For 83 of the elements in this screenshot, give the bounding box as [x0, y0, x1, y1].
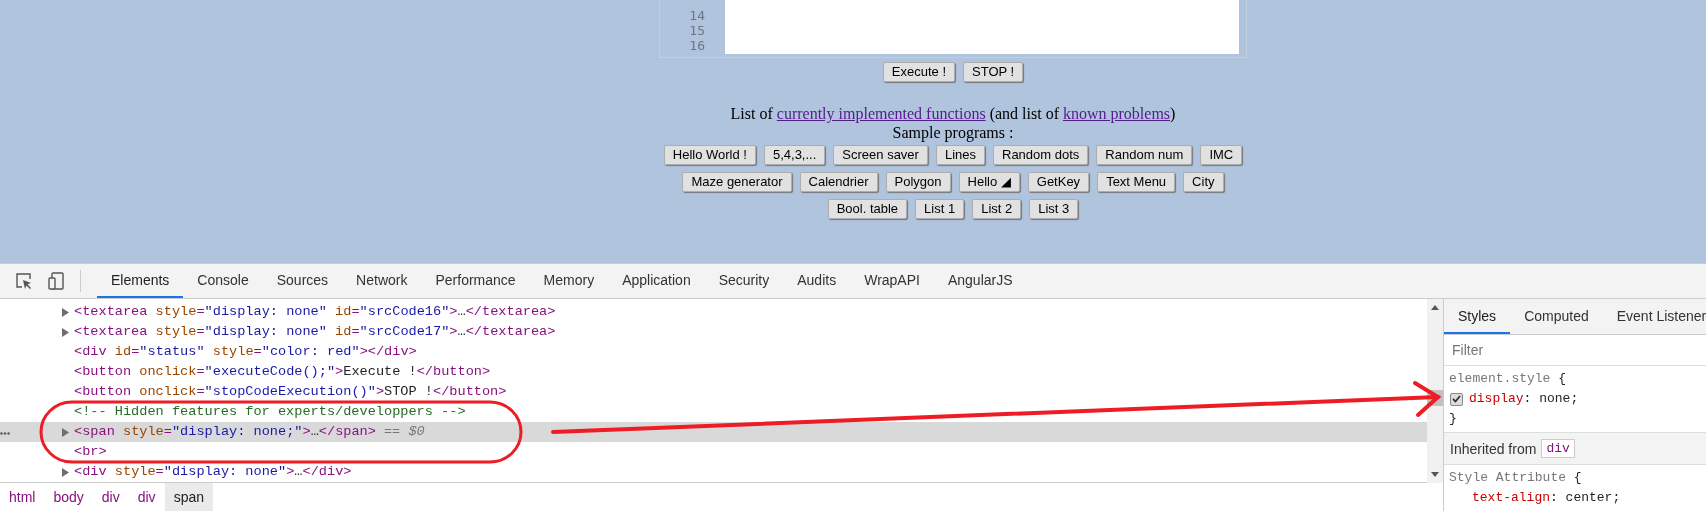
- sample-program-button[interactable]: Hello ◢: [958, 172, 1020, 192]
- panel-tab[interactable]: Console: [183, 264, 263, 298]
- sample-program-button[interactable]: 5,4,3,...: [763, 145, 826, 165]
- sample-program-button[interactable]: Random num: [1096, 145, 1193, 165]
- sidebar-tab[interactable]: Event Listener: [1602, 299, 1706, 334]
- breadcrumb-item[interactable]: div: [92, 483, 129, 511]
- dom-node-row[interactable]: <div id="status" style="color: red"></div>: [0, 342, 1427, 362]
- panel-tab[interactable]: AngularJS: [933, 264, 1027, 298]
- dom-node-row[interactable]: <button onclick="stopCodeExecution()">STOP !</button>: [0, 382, 1427, 402]
- html-comment: <!-- Hidden features for experts/developpers -->: [74, 403, 466, 421]
- sample-program-button[interactable]: City: [1183, 172, 1224, 192]
- rule-selector: Style Attribute {: [1448, 469, 1583, 487]
- sample-program-button[interactable]: List 2: [972, 199, 1022, 219]
- breadcrumb-item[interactable]: div: [128, 483, 165, 511]
- panel-tab[interactable]: Sources: [262, 264, 343, 298]
- dom-node-row[interactable]: <textarea style="display: none" id="srcCode16">…</textarea>: [0, 302, 1427, 322]
- expand-triangle-icon[interactable]: [62, 427, 69, 437]
- rule-selector: element.style {: [1448, 370, 1568, 388]
- sample-program-button[interactable]: Screen saver: [833, 145, 928, 165]
- html-tag-line: <button onclick="stopCodeExecution()">STOP !</button>: [74, 383, 507, 401]
- panel-tab[interactable]: Performance: [421, 264, 530, 298]
- text-link[interactable]: known problems: [1062, 105, 1171, 122]
- html-tag-line: <br>: [74, 443, 107, 461]
- panel-tab[interactable]: WrapAPI: [850, 264, 934, 298]
- breadcrumb-item[interactable]: html: [0, 483, 45, 511]
- html-tag-line: <textarea style="display: none" id="srcCode16">…</textarea>: [74, 303, 556, 321]
- sample-program-button[interactable]: Maze generator: [682, 172, 792, 192]
- dom-node-row[interactable]: <textarea style="display: none" id="srcCode17">…</textarea>: [0, 322, 1427, 342]
- sidebar-tab[interactable]: Styles: [1444, 299, 1511, 334]
- scroll-down-icon[interactable]: [1431, 472, 1439, 477]
- section-label: Sample programs :: [892, 123, 1014, 142]
- sample-program-button[interactable]: Bool. table: [827, 199, 908, 219]
- text-link[interactable]: currently implemented functions: [776, 105, 986, 122]
- sample-program-button[interactable]: GetKey: [1027, 172, 1090, 192]
- dom-node-row[interactable]: <div style="display: none">…</div>: [0, 462, 1427, 482]
- sidebar-tab[interactable]: Computed: [1510, 299, 1603, 334]
- expand-triangle-icon[interactable]: [62, 307, 69, 317]
- sample-program-button[interactable]: Polygon: [885, 172, 951, 192]
- inherited-label: Inherited from: [1450, 440, 1537, 457]
- sample-program-button[interactable]: Hello World !: [663, 145, 756, 165]
- panel-tab[interactable]: Network: [342, 264, 422, 298]
- dom-node-row[interactable]: <button onclick="executeCode();">Execute !</button>: [0, 362, 1427, 382]
- sample-program-button[interactable]: Lines: [935, 145, 985, 165]
- html-tag-line: <button onclick="executeCode();">Execute !</button>: [74, 363, 491, 381]
- sample-program-button[interactable]: List 3: [1029, 199, 1079, 219]
- inspect-icon[interactable]: [16, 273, 32, 289]
- expand-triangle-icon[interactable]: [62, 327, 69, 337]
- sample-program-button[interactable]: Text Menu: [1097, 172, 1176, 192]
- html-tag-line: <div style="display: none">…</div>: [74, 463, 352, 481]
- dom-node-row[interactable]: <br>: [0, 442, 1427, 462]
- execute-button[interactable]: Execute !: [882, 62, 955, 82]
- console-reference: == $0: [383, 423, 425, 441]
- panel-tab[interactable]: Memory: [529, 264, 609, 298]
- panel-tab[interactable]: Security: [704, 264, 784, 298]
- panel-tab[interactable]: Audits: [783, 264, 851, 298]
- panel-tab[interactable]: Application: [608, 264, 705, 298]
- more-options-icon[interactable]: [0, 432, 10, 435]
- stop-button[interactable]: STOP !: [963, 62, 1024, 82]
- scroll-up-icon[interactable]: [1431, 305, 1439, 310]
- element-tag[interactable]: div: [1541, 439, 1575, 458]
- property-checkbox[interactable]: [1450, 392, 1463, 406]
- sample-program-button[interactable]: IMC: [1200, 145, 1243, 165]
- sample-program-button[interactable]: Random dots: [993, 145, 1089, 165]
- line-number: 14: [688, 8, 705, 23]
- panel-tab[interactable]: Elements: [97, 264, 184, 298]
- scrollbar[interactable]: [1427, 299, 1443, 483]
- html-tag-line: <textarea style="display: none" id="srcCode17">…</textarea>: [74, 323, 556, 341]
- device-icon[interactable]: [48, 272, 64, 290]
- expand-triangle-icon[interactable]: [62, 467, 69, 477]
- sample-program-button[interactable]: Calendrier: [799, 172, 878, 192]
- dom-node-row[interactable]: <span style="display: none;">…</span> == $0: [0, 422, 1427, 442]
- html-tag-line: <span style="display: none;">…</span>: [74, 423, 376, 441]
- sample-program-button[interactable]: List 1: [915, 199, 965, 219]
- line-number: 16: [688, 38, 705, 53]
- rule-closing-brace: }: [1448, 410, 1458, 428]
- breadcrumb-item[interactable]: body: [44, 483, 93, 511]
- breadcrumb-item[interactable]: span: [164, 483, 213, 511]
- style-declaration: display: none;: [1469, 390, 1579, 408]
- html-tag-line: <div id="status" style="color: red"></div>: [74, 343, 417, 361]
- style-declaration: text-align: center;: [1472, 489, 1621, 507]
- dom-node-row[interactable]: <!-- Hidden features for experts/developpers -->: [0, 402, 1427, 422]
- line-number: 15: [688, 23, 705, 38]
- functions-note: List of currently implemented functions (and list of known problems): [730, 104, 1176, 123]
